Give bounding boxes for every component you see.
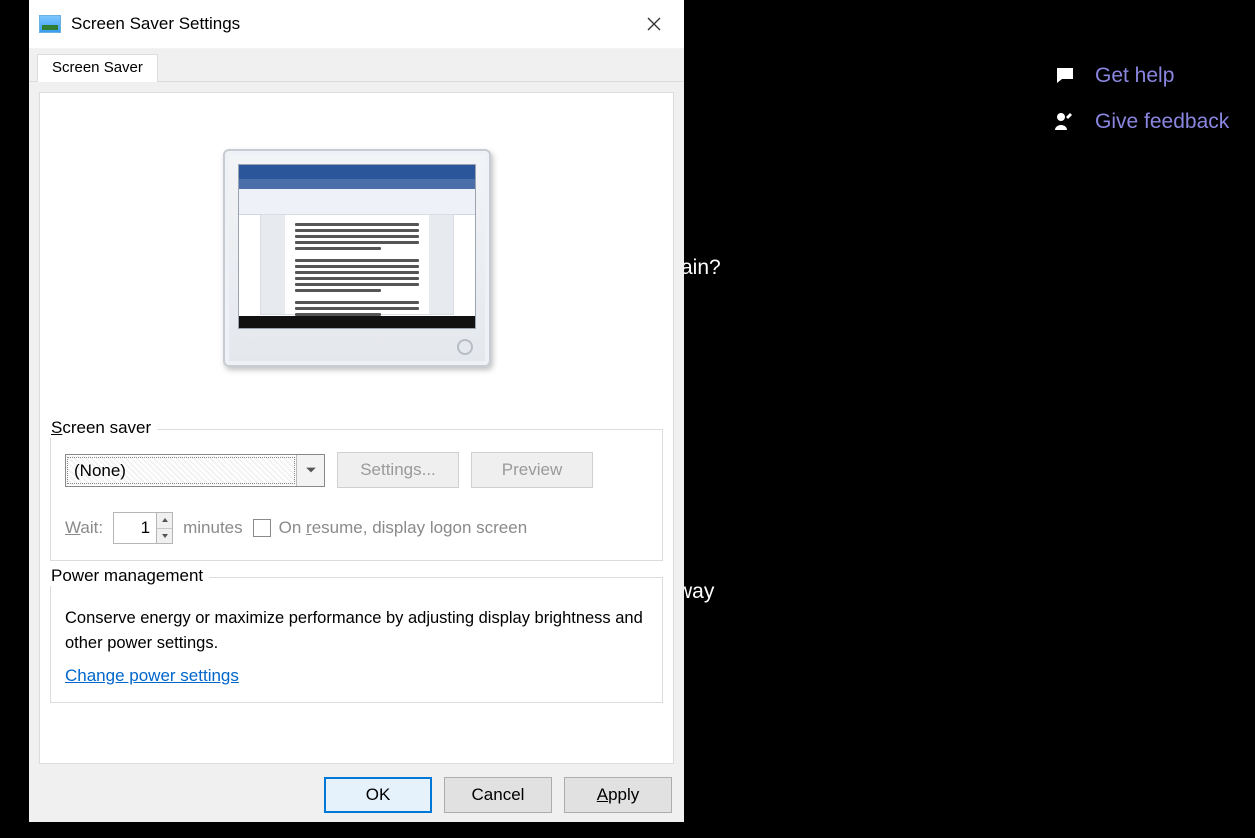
minutes-label: minutes xyxy=(183,518,243,538)
close-icon xyxy=(647,17,661,31)
change-power-settings-link[interactable]: Change power settings xyxy=(65,666,239,685)
power-management-text: Conserve energy or maximize performance … xyxy=(65,606,648,656)
power-management-legend: Power management xyxy=(45,566,209,586)
get-help-link[interactable]: Get help xyxy=(1053,64,1174,88)
checkbox-box xyxy=(253,519,271,537)
resume-label: On resume, display logon screen xyxy=(279,518,528,538)
wait-input[interactable] xyxy=(114,513,156,543)
app-icon xyxy=(39,15,61,33)
screensaver-select-value: (None) xyxy=(66,456,296,485)
resume-checkbox[interactable]: On resume, display logon screen xyxy=(253,518,528,538)
wait-spinner[interactable] xyxy=(113,512,173,544)
titlebar: Screen Saver Settings xyxy=(29,0,684,48)
tab-strip: Screen Saver xyxy=(29,48,684,82)
tab-panel: Screen saver (None) Settings... Preview … xyxy=(39,92,674,764)
close-button[interactable] xyxy=(632,8,676,40)
power-button-icon xyxy=(457,339,473,355)
chevron-down-icon xyxy=(296,455,324,486)
bg-text-fragment: ain? xyxy=(681,256,721,280)
tab-screen-saver[interactable]: Screen Saver xyxy=(37,54,158,82)
get-help-label: Get help xyxy=(1095,64,1174,88)
screensaver-legend: Screen saver xyxy=(45,418,157,438)
spinner-down[interactable] xyxy=(157,529,172,544)
wait-label: Wait: xyxy=(65,518,103,538)
cancel-button[interactable]: Cancel xyxy=(444,777,552,813)
preview-button[interactable]: Preview xyxy=(471,452,593,488)
apply-button[interactable]: Apply xyxy=(564,777,672,813)
ok-button[interactable]: OK xyxy=(324,777,432,813)
monitor-preview xyxy=(223,149,491,367)
feedback-icon xyxy=(1053,110,1077,134)
give-feedback-label: Give feedback xyxy=(1095,110,1229,134)
preview-area xyxy=(50,103,663,413)
screen-saver-dialog: Screen Saver Settings Screen Saver xyxy=(29,0,684,822)
dialog-footer: OK Cancel Apply xyxy=(29,768,684,822)
screensaver-select[interactable]: (None) xyxy=(65,454,325,487)
give-feedback-link[interactable]: Give feedback xyxy=(1053,110,1229,134)
window-title: Screen Saver Settings xyxy=(71,14,632,34)
spinner-up[interactable] xyxy=(157,513,172,529)
chat-icon xyxy=(1053,64,1077,88)
settings-button[interactable]: Settings... xyxy=(337,452,459,488)
power-management-group: Power management Conserve energy or maxi… xyxy=(50,577,663,703)
screensaver-group: Screen saver (None) Settings... Preview … xyxy=(50,429,663,561)
